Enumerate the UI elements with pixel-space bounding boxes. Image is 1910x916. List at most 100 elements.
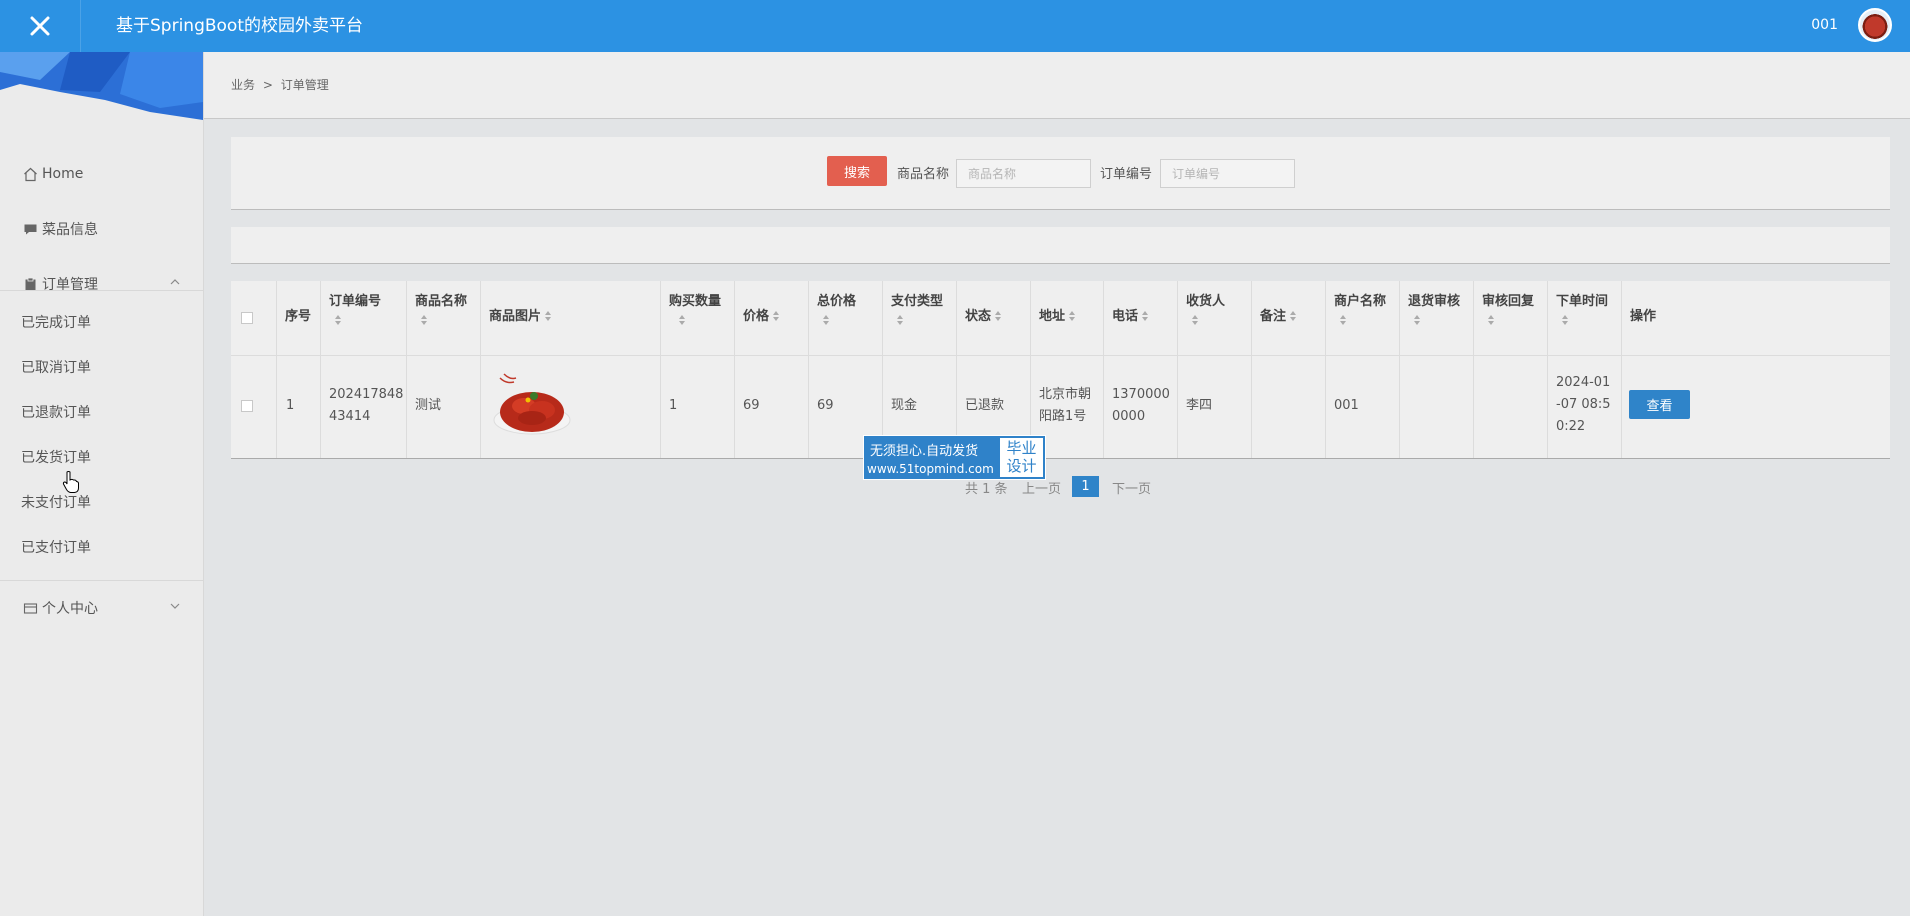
header-product-image[interactable]: 商品图片: [489, 307, 552, 326]
close-icon: [30, 16, 50, 36]
header-pay-type[interactable]: 支付类型: [891, 292, 943, 330]
cell-line: 1370000: [1112, 387, 1170, 402]
sidebar-banner: [0, 52, 203, 120]
header-label: 购买数量: [669, 294, 722, 309]
user-name[interactable]: 001: [1811, 0, 1838, 52]
sidebar-subitem-cancelled[interactable]: 已取消订单: [0, 346, 203, 390]
watermark-box-line: 设计: [1006, 457, 1037, 475]
pagination-page-1[interactable]: 1: [1072, 476, 1099, 497]
sort-icon: [1069, 310, 1076, 323]
product-name-label: 商品名称: [897, 167, 950, 182]
header-label: 电话: [1112, 309, 1139, 324]
header-return-audit[interactable]: 退货审核: [1408, 292, 1460, 330]
header-order-time[interactable]: 下单时间: [1556, 292, 1608, 330]
header-label: 状态: [965, 309, 992, 324]
header-price[interactable]: 价格: [743, 307, 780, 326]
sidebar-subitem-completed[interactable]: 已完成订单: [0, 301, 203, 345]
cell-line: 阳路1号: [1039, 409, 1087, 424]
header-label: 审核回复: [1482, 294, 1535, 309]
order-no-label: 订单编号: [1100, 167, 1153, 182]
breadcrumb-root[interactable]: 业务: [231, 78, 255, 92]
sort-icon: [1340, 314, 1347, 327]
header-merchant[interactable]: 商户名称: [1334, 292, 1386, 330]
sort-icon: [823, 314, 830, 327]
cell-pay-type: 现金: [891, 398, 918, 413]
sidebar-item-label: 订单管理: [42, 277, 98, 293]
cell-line: 北京市朝: [1039, 387, 1092, 402]
header-receiver[interactable]: 收货人: [1186, 292, 1225, 330]
pagination-next[interactable]: 下一页: [1112, 478, 1151, 497]
header-order-no[interactable]: 订单编号: [329, 292, 381, 330]
sort-icon: [421, 314, 428, 327]
header-index: 序号: [285, 309, 312, 324]
sort-icon: [1414, 314, 1421, 327]
cell-line: 2024-01: [1556, 375, 1611, 390]
breadcrumb-bar: 业务 > 订单管理: [204, 52, 1910, 119]
sidebar-subitem-unpaid[interactable]: 未支付订单: [0, 481, 203, 525]
hand-cursor-icon: [62, 471, 79, 493]
product-name-input[interactable]: [956, 159, 1091, 188]
header-label: 退货审核: [1408, 294, 1461, 309]
cell-address: 北京市朝阳路1号: [1039, 384, 1091, 428]
watermark-box-line: 毕业: [1006, 439, 1037, 457]
chevron-down-icon: [170, 603, 180, 609]
cell-product-name: 测试: [415, 398, 442, 413]
header-total-price[interactable]: 总价格: [817, 292, 856, 330]
header-remark[interactable]: 备注: [1260, 307, 1297, 326]
divider: [0, 580, 203, 581]
sort-icon: [1192, 314, 1199, 327]
pagination-prev[interactable]: 上一页: [1022, 478, 1061, 497]
header-label: 收货人: [1186, 294, 1226, 309]
cell-merchant: 001: [1334, 398, 1359, 413]
close-menu-button[interactable]: [0, 0, 81, 52]
header-label: 地址: [1039, 309, 1066, 324]
header-label: 支付类型: [891, 294, 944, 309]
chat-icon: [22, 221, 38, 237]
sidebar: Home 菜品信息 订单管理 已完成订单 已取消订单 已退款订单 已发货订单 未…: [0, 52, 204, 916]
sidebar-subitem-refunded[interactable]: 已退款订单: [0, 391, 203, 435]
sort-icon: [679, 314, 686, 327]
cell-line: 0:22: [1556, 419, 1586, 434]
sidebar-subitem-shipped[interactable]: 已发货订单: [0, 436, 203, 480]
header-address[interactable]: 地址: [1039, 307, 1076, 326]
sort-icon: [1142, 310, 1149, 323]
cell-line: -07 08:5: [1556, 397, 1611, 412]
cell-line: 0000: [1112, 409, 1146, 424]
search-button[interactable]: 搜索: [827, 156, 887, 186]
sidebar-item-orders[interactable]: 订单管理: [0, 262, 203, 306]
sidebar-subitem-paid[interactable]: 已支付订单: [0, 526, 203, 570]
cell-order-time: 2024-01 -07 08:5 0:22: [1556, 372, 1611, 438]
cell-line: 43414: [329, 409, 371, 424]
top-bar: 基于SpringBoot的校园外卖平台 001: [0, 0, 1910, 52]
chevron-up-icon: [170, 279, 180, 285]
header-audit-reply[interactable]: 审核回复: [1482, 292, 1534, 330]
avatar[interactable]: [1858, 8, 1892, 42]
header-status[interactable]: 状态: [965, 307, 1002, 326]
sort-icon: [335, 314, 342, 327]
watermark-line2: www.51topmind.com: [867, 462, 994, 476]
sort-icon: [897, 314, 904, 327]
header-phone[interactable]: 电话: [1112, 307, 1149, 326]
select-all-checkbox[interactable]: [241, 312, 253, 324]
sidebar-item-personal-center[interactable]: 个人中心: [0, 586, 203, 630]
breadcrumb-current: 订单管理: [280, 78, 329, 92]
watermark-box: 毕业 设计: [1000, 438, 1043, 477]
sidebar-item-home[interactable]: Home: [0, 152, 203, 196]
sidebar-item-label: 菜品信息: [42, 222, 98, 238]
cell-phone: 1370000 0000: [1112, 384, 1170, 428]
cell-status: 已退款: [965, 398, 1005, 413]
sort-icon: [773, 310, 780, 323]
header-product-name[interactable]: 商品名称: [415, 292, 467, 330]
sort-icon: [1290, 310, 1297, 323]
watermark-badge: 无须担心.自动发货 www.51topmind.com 毕业 设计: [863, 435, 1046, 480]
home-icon: [22, 166, 38, 182]
header-quantity[interactable]: 购买数量: [669, 292, 721, 330]
sidebar-item-label: Home: [42, 166, 84, 182]
app-title: 基于SpringBoot的校园外卖平台: [116, 16, 363, 36]
product-image-crayfish[interactable]: [490, 370, 574, 442]
row-checkbox[interactable]: [241, 400, 253, 412]
view-button[interactable]: 查看: [1629, 390, 1690, 419]
order-no-input[interactable]: [1160, 159, 1295, 188]
sidebar-item-dishes[interactable]: 菜品信息: [0, 207, 203, 251]
pagination-total: 共 1 条: [965, 482, 1008, 497]
